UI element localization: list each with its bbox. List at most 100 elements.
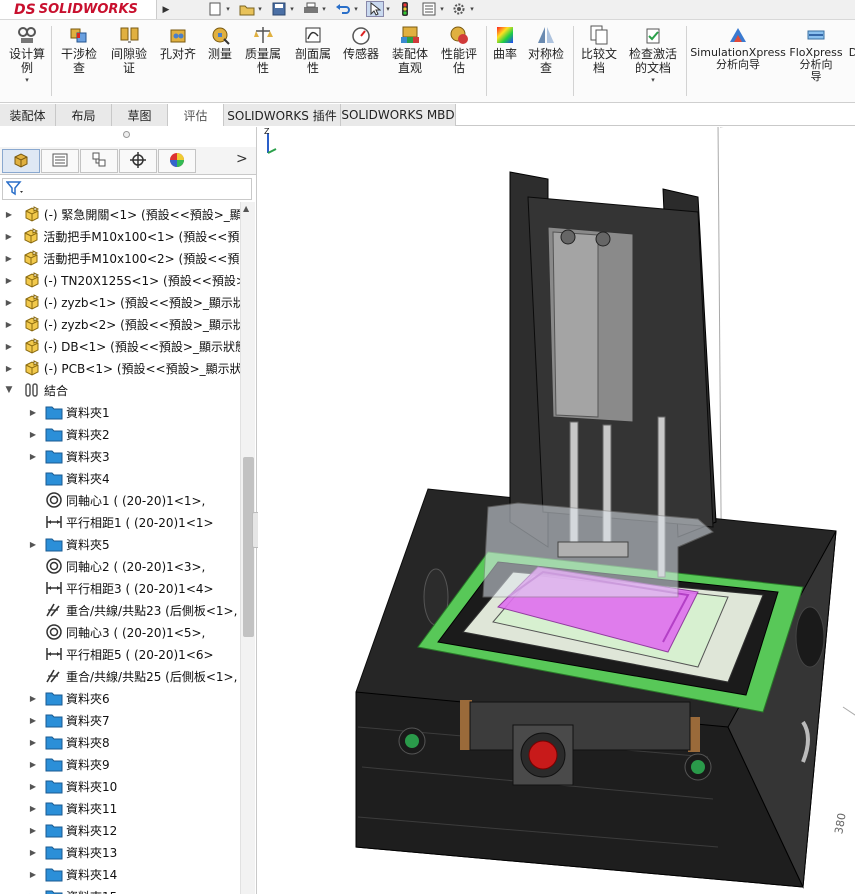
- floxpress-button[interactable]: FloXpress 分析向 导: [788, 24, 844, 83]
- expand-arrow-icon[interactable]: ▶: [27, 738, 39, 747]
- tree-component-item[interactable]: ▶ (-) zyzb<2> (預設<<預設>_顯示狀: [0, 313, 240, 335]
- curvature-button[interactable]: 曲率: [489, 24, 521, 61]
- expand-arrow-icon[interactable]: ▶: [27, 870, 39, 879]
- mass-properties-button[interactable]: 质量属 性: [240, 24, 286, 75]
- tab-solidworks-addins[interactable]: SOLIDWORKS 插件: [224, 104, 341, 126]
- file-properties-dropdown-icon[interactable]: ▾: [438, 5, 446, 13]
- interference-check-button[interactable]: 干涉检 查: [56, 24, 102, 75]
- expand-arrow-icon[interactable]: ▶: [27, 540, 39, 549]
- tab-sketch[interactable]: 草图: [112, 104, 168, 126]
- menu-expand-icon[interactable]: ▶: [160, 2, 172, 17]
- tree-component-item[interactable]: ▶ (-) PCB<1> (預設<<預設>_顯示狀: [0, 357, 240, 379]
- scroll-up-icon[interactable]: ▲: [243, 204, 249, 213]
- tree-mate-item[interactable]: 平行相距5 ( (20-20)1<6>: [0, 643, 240, 665]
- tree-folder-item[interactable]: ▶ 資料夾7: [0, 709, 240, 731]
- tree-mate-item[interactable]: 同軸心3 ( (20-20)1<5>,: [0, 621, 240, 643]
- undo-dropdown-icon[interactable]: ▾: [352, 5, 360, 13]
- symmetry-check-button[interactable]: 对称检 查: [523, 24, 569, 75]
- tree-filter[interactable]: [2, 178, 252, 200]
- featuremanager-tab[interactable]: [2, 149, 40, 173]
- tree-folder-item[interactable]: ▶ 資料夾2: [0, 423, 240, 445]
- tree-folder-item[interactable]: ▶ 資料夾1: [0, 401, 240, 423]
- tree-mate-item[interactable]: 同軸心1 ( (20-20)1<1>,: [0, 489, 240, 511]
- expand-arrow-icon[interactable]: ▶: [3, 298, 15, 307]
- save-dropdown-icon[interactable]: ▾: [288, 5, 296, 13]
- tree-mate-item[interactable]: 重合/共線/共點25 (后側板<1>,: [0, 665, 240, 687]
- select-dropdown-icon[interactable]: ▾: [384, 5, 392, 13]
- tab-evaluate[interactable]: 评估: [168, 104, 224, 126]
- expand-arrow-icon[interactable]: ▶: [27, 408, 39, 417]
- expand-arrow-icon[interactable]: ▶: [27, 804, 39, 813]
- tree-component-item[interactable]: ▶ 活動把手M10x100<2> (預設<<預設: [0, 247, 240, 269]
- expand-arrow-icon[interactable]: ▶: [27, 848, 39, 857]
- expand-arrow-icon[interactable]: ▶: [3, 342, 15, 351]
- tree-mate-item[interactable]: 平行相距3 ( (20-20)1<4>: [0, 577, 240, 599]
- tree-scrollbar[interactable]: ▲: [240, 202, 255, 894]
- measure-button[interactable]: 测量: [203, 24, 237, 61]
- rebuild-icon[interactable]: [396, 1, 414, 17]
- performance-evaluation-button[interactable]: 性能评 估: [436, 24, 482, 75]
- displaymanager-tab[interactable]: [158, 149, 196, 173]
- tree-component-item[interactable]: ▶ (-) DB<1> (預設<<預設>_顯示狀態: [0, 335, 240, 357]
- tree-folder-item[interactable]: ▶ 資料夾5: [0, 533, 240, 555]
- propertymanager-tab[interactable]: [41, 149, 79, 173]
- tree-folder-item[interactable]: ▶ 資料夾12: [0, 819, 240, 841]
- select-pointer-icon[interactable]: [366, 1, 384, 17]
- expand-arrow-icon[interactable]: ▶: [3, 364, 15, 373]
- tab-layout[interactable]: 布局: [56, 104, 112, 126]
- options-dropdown-icon[interactable]: ▾: [468, 5, 476, 13]
- tree-folder-item[interactable]: 資料夾4: [0, 467, 240, 489]
- tree-folder-item[interactable]: ▶ 資料夾9: [0, 753, 240, 775]
- tree-folder-item[interactable]: ▶ 資料夾14: [0, 863, 240, 885]
- sensor-button[interactable]: 传感器: [338, 24, 384, 61]
- collapse-pane-handle[interactable]: [123, 131, 130, 138]
- tree-folder-item[interactable]: ▶ 資料夾3: [0, 445, 240, 467]
- tab-solidworks-mbd[interactable]: SOLIDWORKS MBD: [341, 104, 456, 126]
- chevron-right-icon[interactable]: >: [236, 151, 248, 167]
- expand-arrow-icon[interactable]: ▶: [27, 430, 39, 439]
- open-dropdown-icon[interactable]: ▾: [256, 5, 264, 13]
- expand-arrow-icon[interactable]: ▶: [27, 716, 39, 725]
- compare-documents-button[interactable]: 比较文 档: [576, 24, 622, 75]
- new-document-icon[interactable]: [206, 1, 224, 17]
- tree-folder-item[interactable]: ▶ 資料夾8: [0, 731, 240, 753]
- hole-alignment-button[interactable]: 孔对齐: [156, 24, 200, 61]
- configurationmanager-tab[interactable]: [80, 149, 118, 173]
- collapse-arrow-icon[interactable]: ▼: [3, 385, 15, 395]
- simulationxpress-button[interactable]: SimulationXpress 分析向导: [690, 24, 786, 71]
- check-active-document-button[interactable]: 检查激活 的文档 ▾: [624, 24, 682, 84]
- tree-mate-item[interactable]: 同軸心2 ( (20-20)1<3>,: [0, 555, 240, 577]
- tree-folder-item[interactable]: ▶ 資料夾11: [0, 797, 240, 819]
- tree-component-item[interactable]: ▶ (-) zyzb<1> (預設<<預設>_顯示狀: [0, 291, 240, 313]
- tree-folder-item[interactable]: ▶ 資料夾10: [0, 775, 240, 797]
- save-icon[interactable]: [270, 1, 288, 17]
- design-study-button[interactable]: 设计算 例 ▾: [6, 24, 48, 84]
- tree-folder-item[interactable]: ▶ 資料夾6: [0, 687, 240, 709]
- expand-arrow-icon[interactable]: ▶: [27, 694, 39, 703]
- expand-arrow-icon[interactable]: ▶: [3, 320, 15, 329]
- tree-folder-item[interactable]: ▶ 資料夾13: [0, 841, 240, 863]
- expand-arrow-icon[interactable]: ▶: [27, 782, 39, 791]
- expand-arrow-icon[interactable]: ▶: [3, 232, 14, 241]
- solidworks-logo[interactable]: DS SOLIDWORKS: [0, 0, 157, 19]
- expand-arrow-icon[interactable]: ▶: [27, 452, 39, 461]
- expand-arrow-icon[interactable]: ▶: [3, 210, 15, 219]
- clearance-verification-button[interactable]: 间隙验 证: [106, 24, 152, 75]
- tree-folder-item[interactable]: ▶資料夾15: [0, 885, 240, 894]
- assembly-visualization-button[interactable]: 装配体 直观: [388, 24, 432, 75]
- section-properties-button[interactable]: 剖面属 性: [290, 24, 336, 75]
- tree-component-item[interactable]: ▶ (-) TN20X125S<1> (預設<<預設>: [0, 269, 240, 291]
- tree-mate-item[interactable]: 重合/共線/共點23 (后側板<1>,: [0, 599, 240, 621]
- tree-component-item[interactable]: ▶ 活動把手M10x100<1> (預設<<預設: [0, 225, 240, 247]
- tree-mate-item[interactable]: ▼ 結合: [0, 379, 240, 401]
- tree-component-item[interactable]: ▶ (-) 緊急開關<1> (預設<<預設>_顯: [0, 203, 240, 225]
- expand-arrow-icon[interactable]: ▶: [27, 760, 39, 769]
- expand-arrow-icon[interactable]: ▶: [3, 276, 15, 285]
- tab-assembly[interactable]: 装配体: [0, 104, 56, 126]
- print-icon[interactable]: [302, 1, 320, 17]
- dimxpertmanager-tab[interactable]: [119, 149, 157, 173]
- undo-icon[interactable]: [334, 1, 352, 17]
- options-gear-icon[interactable]: [450, 1, 468, 17]
- tree-mate-item[interactable]: 平行相距1 ( (20-20)1<1>: [0, 511, 240, 533]
- file-properties-icon[interactable]: [420, 1, 438, 17]
